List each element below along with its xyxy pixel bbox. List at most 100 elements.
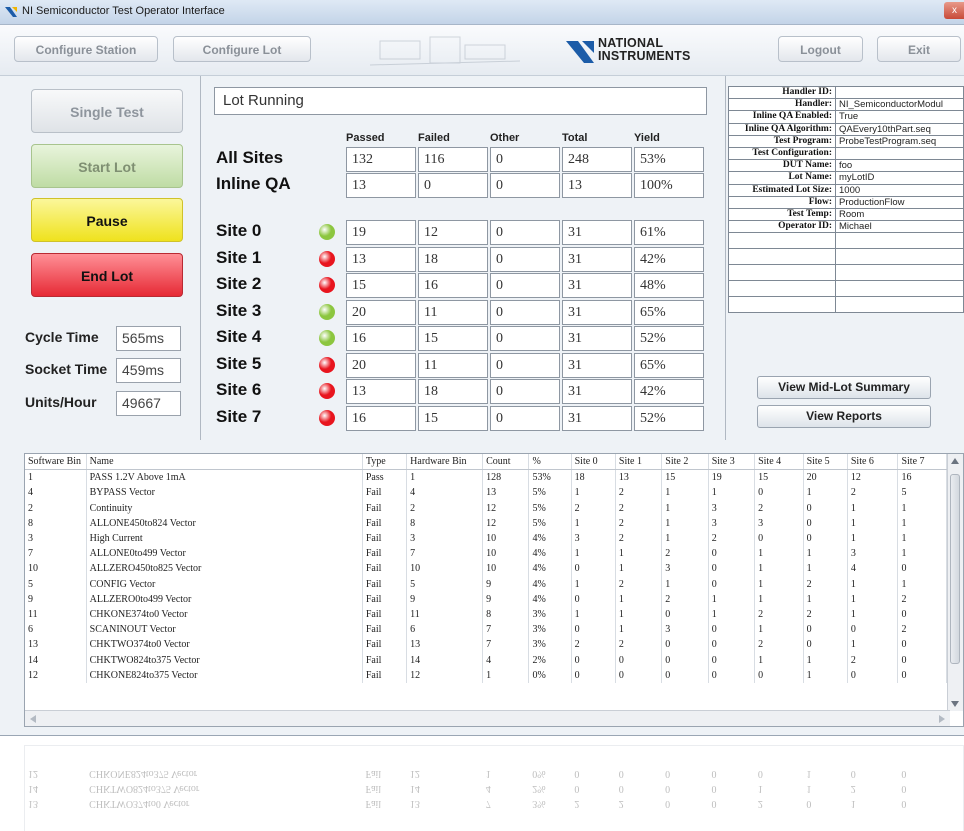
table-cell: 6 [25,622,87,638]
column-header[interactable]: Site 2 [661,454,709,471]
reflection-cell: 7 [485,798,491,809]
column-header[interactable]: Name [86,454,363,471]
site-status-indicator-icon [319,250,335,267]
end-lot-button[interactable]: End Lot [31,253,183,297]
control-panel: Single Test Start Lot Pause End Lot Cycl… [0,76,200,440]
window-title: NI Semiconductor Test Operator Interface [22,5,225,17]
vertical-scrollbar[interactable] [947,454,963,711]
summary-other-cell: 0 [490,173,560,198]
table-cell: CHKONE374to0 Vector [86,606,363,623]
table-row[interactable]: 9 ALLZERO0to499 Vector Fail 9 9 4% 0 1 2 1 1 1 1 2 [25,591,947,607]
column-header[interactable]: Site 4 [754,454,804,471]
column-header[interactable]: % [528,454,572,471]
table-row[interactable]: 6 SCANINOUT Vector Fail 6 7 3% 0 1 3 0 1 0 0 2 [25,622,947,638]
horizontal-scrollbar[interactable] [25,710,950,726]
view-mid-lot-summary-button[interactable]: View Mid-Lot Summary [757,376,931,399]
table-cell: 1 [847,591,899,607]
reflection-cell: Fail [365,768,382,779]
column-header[interactable]: Site 5 [803,454,848,471]
site-other-cell: 0 [490,299,560,325]
table-cell: CHKTWO374to0 Vector [86,637,363,653]
table-row[interactable]: 1 PASS 1.2V Above 1mA Pass 1 128 53% 18 13 15 19 1… [25,469,947,486]
table-row[interactable]: 13 CHKTWO374to0 Vector Fail 13 7 3% 2 2 0 0 2 0 1 0 [25,637,947,653]
configure-lot-button[interactable]: Configure Lot [173,36,311,62]
exit-button[interactable]: Exit [877,36,961,62]
column-header[interactable]: Software Bin [25,454,87,471]
table-row[interactable]: 11 CHKONE374to0 Vector Fail 11 8 3% 1 1 0 1 2 2 1 0 [25,606,947,623]
table-row[interactable]: 4 BYPASS Vector Fail 4 13 5% 1 2 1 1 0 1 2 5 [25,485,947,501]
table-cell: 0 [615,652,663,668]
table-cell: Fail [362,485,408,501]
column-header[interactable]: Site 1 [615,454,663,471]
view-reports-button[interactable]: View Reports [757,405,931,428]
pause-button[interactable]: Pause [31,198,183,242]
start-lot-button[interactable]: Start Lot [31,144,183,188]
site-total-cell: 31 [562,299,632,325]
table-row[interactable]: 12 CHKONE824to375 Vector Fail 12 1 0% 0 0 0 0 0 1 0 0 [25,667,947,683]
table-row[interactable]: 7 ALLONE0to499 Vector Fail 7 10 4% 1 1 2 0 1 1 3 1 [25,546,947,562]
site-status-indicator-icon [319,330,335,346]
reflection-cell: 0 [806,798,812,809]
reflection-cell: CHKTWO824to375 Vector [89,783,200,794]
logout-button[interactable]: Logout [778,36,863,62]
vertical-scroll-thumb[interactable] [950,474,960,664]
column-header[interactable]: Type [362,454,408,471]
column-header[interactable]: Site 7 [897,454,947,471]
reflection-cell: 0 [574,768,580,779]
table-cell: 14 [406,652,484,668]
site-label: Site 3 [216,300,262,320]
lot-info-row: Operator ID: Michael [728,220,964,234]
table-row[interactable]: 2 Continuity Fail 2 12 5% 2 2 1 3 2 0 1 1 [25,500,947,516]
table-row[interactable]: 5 CONFIG Vector Fail 5 9 4% 1 2 1 0 1 2 1 1 [25,576,947,592]
table-row[interactable]: 10 ALLZERO450to825 Vector Fail 10 10 4% 0 1 3 0 1 1… [25,561,947,577]
close-icon: x [952,5,957,16]
column-header[interactable]: Site 6 [847,454,899,471]
site-passed-cell: 19 [346,220,416,245]
table-cell: Fail [362,576,408,592]
table-cell: 5% [528,515,572,531]
column-header-total: Total [562,132,588,144]
scroll-down-icon[interactable] [951,701,959,707]
table-cell: 1 [661,576,709,592]
table-cell: 0 [708,637,756,653]
close-window-button[interactable]: x [944,2,964,19]
table-cell: 0 [708,622,756,638]
table-cell: 53% [528,469,572,486]
scroll-left-icon[interactable] [30,715,36,723]
table-header-row: Software Bin Name Type Hardware Bin Count% Si… [25,454,947,471]
site-yield-cell: 42% [634,246,704,272]
table-row[interactable]: 3 High Current Fail 3 10 4% 3 2 1 2 0 0 1 1 [25,530,947,547]
reflection-cell: 0 [757,768,763,779]
column-header[interactable]: Site 0 [571,454,616,471]
table-cell: Fail [362,606,408,623]
table-cell: 0 [661,606,709,623]
table-cell: 5% [528,500,572,516]
table-cell: 10 [482,546,530,562]
scroll-right-icon[interactable] [939,715,945,723]
summary-yield-cell: 100% [634,173,704,198]
table-cell: 0 [754,667,804,683]
table-cell: 0 [571,591,616,607]
lot-info-empty-row [728,232,964,250]
table-cell: 0 [847,622,899,638]
table-row[interactable]: 8 ALLONE450to824 Vector Fail 8 12 5% 1 2 1 3 3 0 1 1 [25,515,947,531]
table-row[interactable]: 14 CHKTWO824to375 Vector Fail 14 4 2% 0 0 0 0 1 1 2 0 [25,652,947,668]
site-total-cell: 31 [562,220,632,245]
table-cell: 0 [615,667,663,683]
configure-station-button[interactable]: Configure Station [14,36,158,62]
table-cell: 1 [615,561,663,577]
column-header[interactable]: Hardware Bin [406,454,484,471]
site-other-cell: 0 [490,246,560,272]
table-cell: 5% [528,485,572,501]
table-cell: 0 [661,667,709,683]
scroll-up-icon[interactable] [951,458,959,464]
site-passed-cell: 16 [346,405,416,431]
table-cell: 4% [528,576,572,592]
column-header-yield: Yield [634,132,660,144]
column-header[interactable]: Site 3 [708,454,756,471]
socket-time-value: 459ms [116,358,181,383]
column-header[interactable]: Count [482,454,530,471]
single-test-button[interactable]: Single Test [31,89,183,133]
table-cell: 1 [897,500,947,516]
lot-info-table: Handler ID: Handler: NI_SemiconductorModul… [728,85,964,314]
